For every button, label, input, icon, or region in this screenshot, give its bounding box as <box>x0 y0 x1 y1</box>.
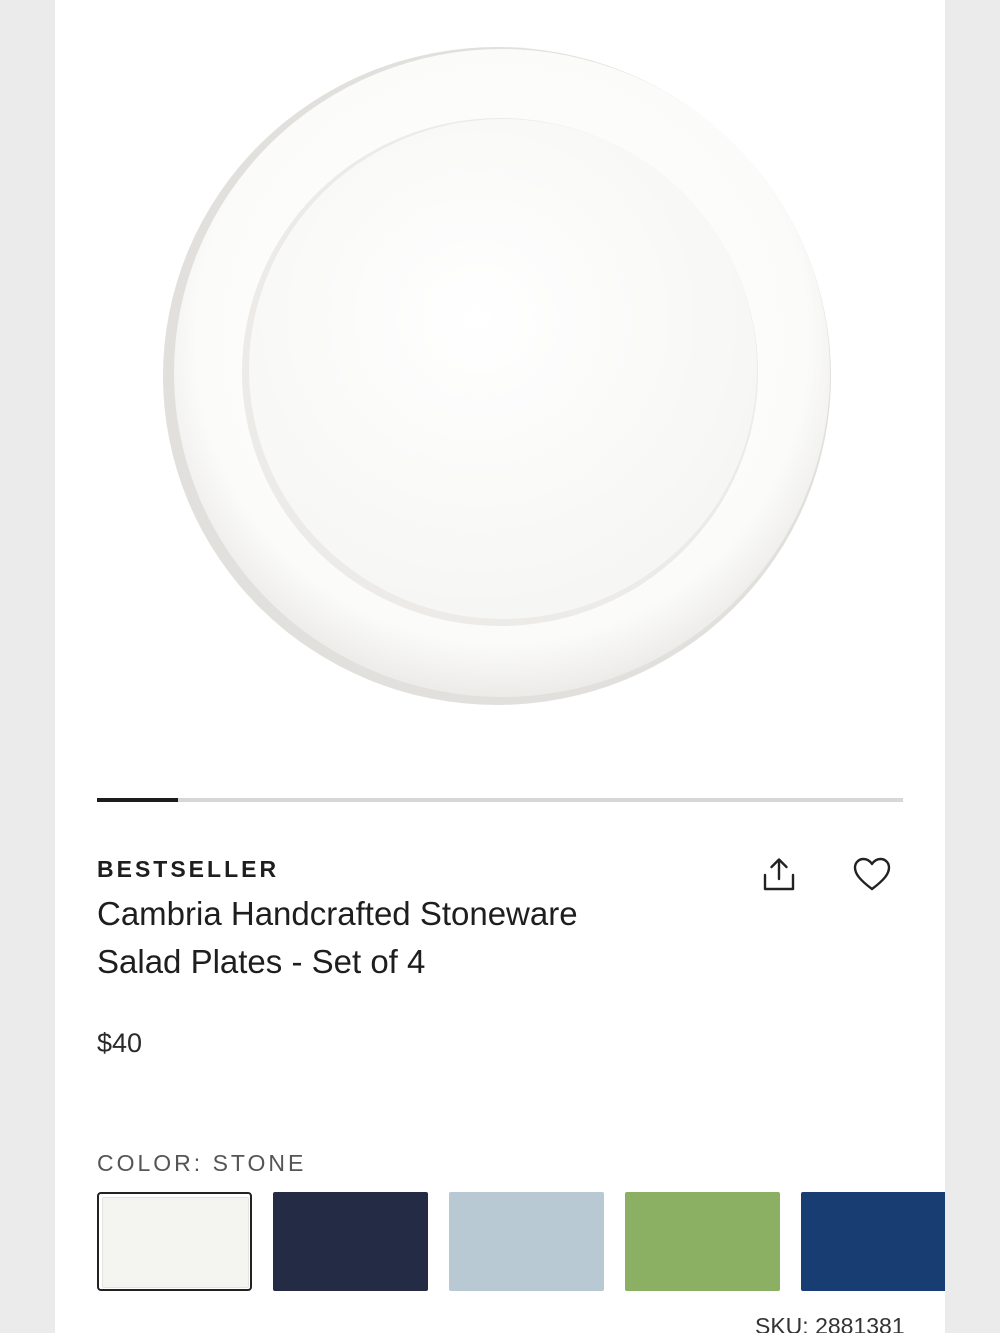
heart-icon <box>853 857 891 891</box>
color-swatch-stone[interactable] <box>97 1192 252 1291</box>
color-swatch-blue[interactable] <box>801 1192 945 1291</box>
product-title-line-1: Cambria Handcrafted Stoneware <box>97 895 578 932</box>
color-label: COLOR: STONE <box>97 1150 307 1176</box>
swatch-chip <box>102 1197 249 1288</box>
gallery-progress-track <box>97 798 903 802</box>
product-image[interactable] <box>55 0 945 760</box>
product-price: $40 <box>97 1028 143 1058</box>
swatch-chip <box>801 1192 945 1291</box>
product-title-line-2: Salad Plates - Set of 4 <box>97 943 426 980</box>
bestseller-badge: BESTSELLER <box>97 856 280 882</box>
color-swatch-navy[interactable] <box>273 1192 428 1291</box>
share-button[interactable] <box>755 851 803 899</box>
plate-image <box>163 47 831 705</box>
favorite-button[interactable] <box>848 851 896 899</box>
swatch-chip <box>625 1192 780 1291</box>
product-title: Cambria Handcrafted Stoneware Salad Plat… <box>97 890 697 986</box>
product-page: BESTSELLER Cambria Handcrafted Stoneware… <box>55 0 945 1333</box>
gallery-progress-indicator <box>97 798 178 802</box>
share-icon <box>763 858 795 891</box>
color-swatch-list <box>97 1192 945 1292</box>
swatch-chip <box>273 1192 428 1291</box>
color-swatch-green[interactable] <box>625 1192 780 1291</box>
swatch-chip <box>449 1192 604 1291</box>
color-swatch-light-blue[interactable] <box>449 1192 604 1291</box>
product-sku: SKU: 2881381 <box>755 1313 905 1333</box>
